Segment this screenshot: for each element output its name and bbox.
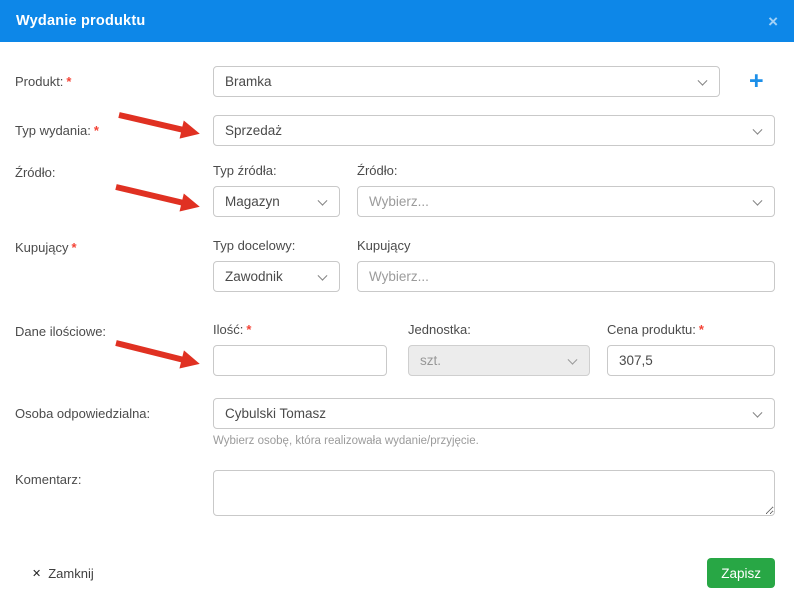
add-product-button[interactable]: +: [749, 66, 764, 97]
zamknij-button[interactable]: ✕ Zamknij: [32, 566, 94, 581]
zrodlo-label-text: Źródło:: [15, 165, 56, 180]
row-komentarz: Komentarz:: [15, 470, 775, 516]
chevron-down-icon: [752, 124, 763, 135]
kupujacy-label: Kupujący *: [15, 238, 213, 292]
zapisz-button[interactable]: Zapisz: [707, 558, 775, 588]
typ-docelowy-select[interactable]: Zawodnik: [213, 261, 340, 292]
typ-wydania-select[interactable]: Sprzedaż: [213, 115, 775, 146]
jednostka-select: szt.: [408, 345, 590, 376]
chevron-down-icon: [697, 75, 708, 86]
produkt-label: Produkt: *: [15, 66, 213, 97]
osoba-label: Osoba odpowiedzialna:: [15, 398, 213, 447]
required-asterisk: *: [246, 322, 252, 337]
close-icon[interactable]: ×: [768, 13, 778, 30]
kupujacy-input[interactable]: [357, 261, 775, 292]
row-osoba-odpowiedzialna: Osoba odpowiedzialna: Cybulski Tomasz Wy…: [15, 398, 775, 447]
cena-sublabel-text: Cena produktu:: [607, 322, 696, 337]
zrodlo-select[interactable]: Wybierz...: [357, 186, 775, 217]
wydanie-produktu-modal: Wydanie produktu × Produkt: * Bramka + Ty…: [0, 0, 794, 603]
kupujacy-sublabel: Kupujący: [357, 238, 411, 253]
jednostka-select-value: szt.: [420, 353, 442, 368]
dane-ilosciowe-label-text: Dane ilościowe:: [15, 324, 107, 339]
typ-wydania-label-text: Typ wydania:: [15, 123, 91, 138]
row-zrodlo: Źródło: Typ źródła: Magazyn Źródło: Wybi…: [15, 163, 775, 217]
zrodlo-label: Źródło:: [15, 163, 213, 217]
osoba-select[interactable]: Cybulski Tomasz: [213, 398, 775, 429]
ilosc-sublabel-text: Ilość:: [213, 322, 244, 337]
row-kupujacy: Kupujący * Typ docelowy: Zawodnik Kupując…: [15, 238, 775, 292]
required-asterisk: *: [71, 240, 77, 255]
close-x-icon: ✕: [32, 567, 42, 580]
komentarz-textarea[interactable]: [213, 470, 775, 516]
required-asterisk: *: [93, 123, 99, 138]
row-typ-wydania: Typ wydania: * Sprzedaż: [15, 115, 775, 146]
typ-docelowy-select-value: Zawodnik: [225, 269, 283, 284]
typ-zrodla-select[interactable]: Magazyn: [213, 186, 340, 217]
ilosc-input[interactable]: [213, 345, 387, 376]
chevron-down-icon: [567, 354, 578, 365]
chevron-down-icon: [317, 270, 328, 281]
row-dane-ilosciowe: Dane ilościowe: Ilość: * Jednostka: szt. …: [15, 322, 775, 376]
komentarz-label-text: Komentarz:: [15, 472, 82, 487]
typ-zrodla-sublabel: Typ źródła:: [213, 163, 277, 178]
required-asterisk: *: [66, 74, 72, 89]
cena-sublabel: Cena produktu: *: [607, 322, 775, 338]
row-produkt: Produkt: * Bramka +: [15, 66, 775, 97]
ilosc-sublabel: Ilość: *: [213, 322, 387, 338]
produkt-label-text: Produkt:: [15, 74, 64, 89]
typ-wydania-select-value: Sprzedaż: [225, 123, 283, 138]
typ-wydania-label: Typ wydania: *: [15, 115, 213, 146]
chevron-down-icon: [317, 195, 328, 206]
required-asterisk: *: [698, 322, 704, 337]
typ-zrodla-select-value: Magazyn: [225, 194, 280, 209]
dane-ilosciowe-label: Dane ilościowe:: [15, 322, 213, 376]
zrodlo-sublabel: Źródło:: [357, 163, 398, 178]
osoba-select-value: Cybulski Tomasz: [225, 406, 327, 421]
chevron-down-icon: [752, 407, 763, 418]
jednostka-sublabel: Jednostka:: [408, 322, 471, 337]
produkt-select-value: Bramka: [225, 74, 272, 89]
zamknij-label: Zamknij: [48, 565, 94, 581]
cena-produktu-input[interactable]: [607, 345, 775, 376]
typ-docelowy-sublabel: Typ docelowy:: [213, 238, 296, 253]
kupujacy-label-text: Kupujący: [15, 240, 69, 255]
modal-header: Wydanie produktu ×: [0, 0, 794, 42]
komentarz-label: Komentarz:: [15, 470, 213, 516]
modal-title: Wydanie produktu: [16, 13, 146, 29]
zrodlo-select-placeholder: Wybierz...: [369, 194, 429, 209]
modal-footer: ✕ Zamknij Zapisz: [32, 558, 775, 588]
produkt-select[interactable]: Bramka: [213, 66, 720, 97]
modal-body: Produkt: * Bramka + Typ wydania: * Sprzeda…: [0, 42, 794, 516]
chevron-down-icon: [752, 195, 763, 206]
osoba-helper-text: Wybierz osobę, która realizowała wydanie…: [213, 435, 479, 447]
osoba-label-text: Osoba odpowiedzialna:: [15, 406, 151, 421]
